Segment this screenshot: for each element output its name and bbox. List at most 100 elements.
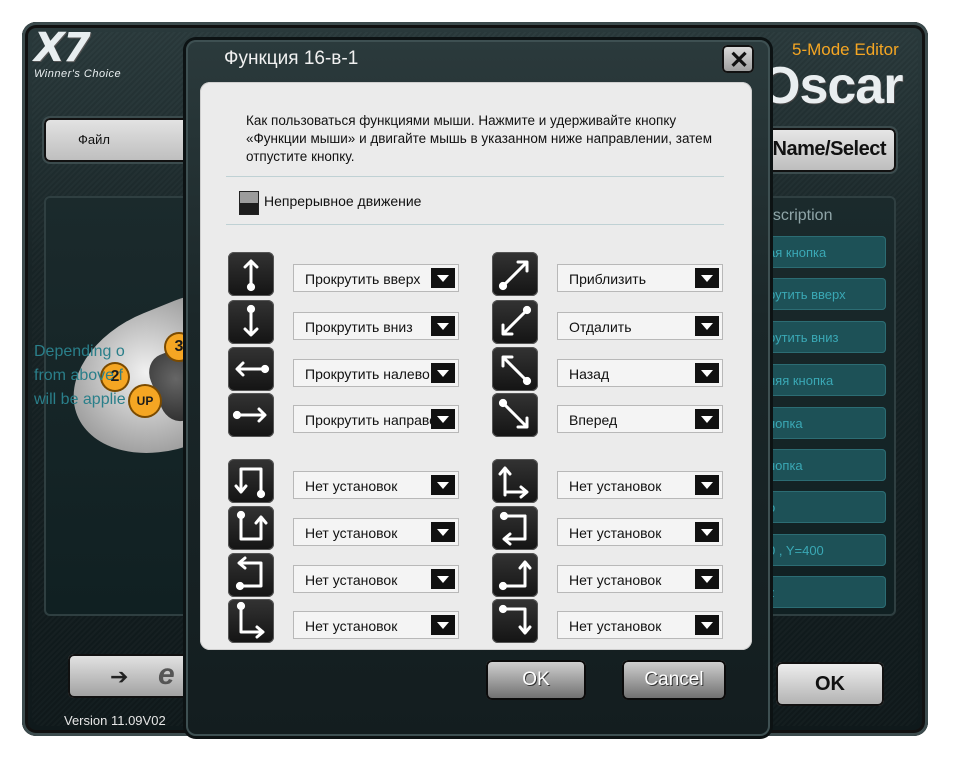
- button-up-badge[interactable]: UP: [130, 386, 160, 416]
- dropdown-arrow-icon[interactable]: [695, 363, 719, 383]
- dropdown-arrow-icon[interactable]: [695, 615, 719, 635]
- dropdown-value: Отдалить: [569, 319, 632, 335]
- divider: [226, 176, 724, 177]
- up-down-right-corner-icon: [492, 459, 538, 503]
- dropdown-arrow-icon[interactable]: [695, 268, 719, 288]
- arrow-down-left-icon: [492, 300, 538, 344]
- dropdown-arrow-icon[interactable]: [431, 522, 455, 542]
- gesture-select-right-7[interactable]: Нет установок: [557, 565, 723, 593]
- main-ok-button[interactable]: OK: [776, 662, 884, 706]
- dropdown-value: Нет установок: [305, 572, 398, 588]
- dropdown-arrow-icon[interactable]: [695, 522, 719, 542]
- description-item[interactable]: нопка: [756, 407, 886, 439]
- gesture-select-left-2[interactable]: Прокрутить вниз: [293, 312, 459, 340]
- description-item[interactable]: рутить вверх: [756, 278, 886, 310]
- up-left-down-icon: [228, 459, 274, 503]
- divider: [226, 224, 724, 225]
- continuous-movement-label: Непрерывное движение: [264, 193, 422, 209]
- logo-sub: Winner's Choice: [34, 68, 122, 80]
- dropdown-value: Прокрутить вверх: [305, 271, 421, 287]
- description-item[interactable]: ая кнопка: [756, 236, 886, 268]
- dropdown-arrow-icon[interactable]: [431, 475, 455, 495]
- dropdown-value: Назад: [569, 366, 610, 382]
- dropdown-value: Нет установок: [569, 478, 662, 494]
- right-down-corner-icon: [492, 599, 538, 643]
- oscar-logo: Oscar: [760, 57, 903, 115]
- description-item-label: рутить вверх: [768, 287, 846, 302]
- right-up-left-icon: [228, 553, 274, 597]
- description-item[interactable]: рутить вниз: [756, 321, 886, 353]
- continuous-movement-checkbox[interactable]: [240, 192, 258, 214]
- info-text: Depending o from above f will be applie: [34, 343, 126, 408]
- dropdown-value: Нет установок: [569, 618, 662, 634]
- dropdown-arrow-icon[interactable]: [695, 409, 719, 429]
- description-item[interactable]: z: [756, 576, 886, 608]
- cancel-button[interactable]: Cancel: [622, 660, 726, 700]
- file-select[interactable]: Файл: [44, 118, 204, 162]
- description-item[interactable]: няя кнопка: [756, 364, 886, 396]
- dropdown-arrow-icon[interactable]: [431, 409, 455, 429]
- gesture-select-right-6[interactable]: Нет установок: [557, 518, 723, 546]
- profile-name-select-button[interactable]: e Name/Select: [748, 128, 896, 172]
- gesture-select-right-4[interactable]: Вперед: [557, 405, 723, 433]
- gesture-select-right-1[interactable]: Приблизить: [557, 264, 723, 292]
- close-icon: ✕: [729, 47, 750, 74]
- profile-name-select-label: e Name/Select: [756, 138, 887, 160]
- gesture-select-left-3[interactable]: Прокрутить налево: [293, 359, 459, 387]
- arrow-right-icon: ➔: [110, 664, 129, 689]
- x7-logo: X7 Winner's Choice: [34, 26, 121, 80]
- dropdown-value: Приблизить: [569, 271, 646, 287]
- dropdown-arrow-icon[interactable]: [431, 363, 455, 383]
- gesture-select-right-3[interactable]: Назад: [557, 359, 723, 387]
- arrow-up-right-icon: [492, 252, 538, 296]
- gesture-select-left-4[interactable]: Прокрутить направо: [293, 405, 459, 433]
- gesture-select-right-2[interactable]: Отдалить: [557, 312, 723, 340]
- description-item-label: няя кнопка: [768, 373, 834, 388]
- dropdown-value: Прокрутить вниз: [305, 319, 413, 335]
- ok-button[interactable]: OK: [486, 660, 586, 700]
- down-right-up-icon: [228, 506, 274, 550]
- description-item-label: нопка: [768, 458, 803, 473]
- description-item-label: ая кнопка: [768, 245, 827, 260]
- dropdown-arrow-icon[interactable]: [695, 569, 719, 589]
- up-down-right-icon: [228, 599, 274, 643]
- dropdown-value: Прокрутить направо: [305, 412, 437, 428]
- file-select-label: Файл: [78, 132, 110, 147]
- instructions-text: Как пользоваться функциями мыши. Нажмите…: [246, 113, 712, 164]
- gesture-select-left-1[interactable]: Прокрутить вверх: [293, 264, 459, 292]
- description-item[interactable]: 0 , Y=400: [756, 534, 886, 566]
- dropdown-value: Нет установок: [569, 525, 662, 541]
- description-item-label: нопка: [768, 416, 803, 431]
- gesture-select-left-6[interactable]: Нет установок: [293, 518, 459, 546]
- gesture-select-left-7[interactable]: Нет установок: [293, 565, 459, 593]
- dropdown-arrow-icon[interactable]: [695, 316, 719, 336]
- dropdown-value: Нет установок: [569, 572, 662, 588]
- dropdown-value: Нет установок: [305, 618, 398, 634]
- description-item-label: рутить вниз: [768, 330, 839, 345]
- dropdown-arrow-icon[interactable]: [695, 475, 719, 495]
- description-item[interactable]: нопка: [756, 449, 886, 481]
- gesture-select-left-8[interactable]: Нет установок: [293, 611, 459, 639]
- browser-icon: e: [158, 658, 175, 691]
- right-up-corner-icon: [492, 553, 538, 597]
- description-item-label: 0 , Y=400: [768, 543, 824, 558]
- dropdown-arrow-icon[interactable]: [431, 316, 455, 336]
- dropdown-arrow-icon[interactable]: [431, 569, 455, 589]
- description-title: escription: [764, 207, 833, 224]
- dropdown-value: Вперед: [569, 412, 618, 428]
- version-label: Version 11.09V02: [64, 713, 166, 728]
- arrow-up-left-icon: [492, 347, 538, 391]
- logo-main: X7: [34, 25, 91, 71]
- description-item[interactable]: о: [756, 491, 886, 523]
- dropdown-value: Нет установок: [305, 478, 398, 494]
- dropdown-value: Прокрутить налево: [305, 366, 430, 382]
- arrow-down-right-icon: [492, 393, 538, 437]
- gesture-select-right-5[interactable]: Нет установок: [557, 471, 723, 499]
- dropdown-arrow-icon[interactable]: [431, 268, 455, 288]
- dialog-close-button[interactable]: ✕: [722, 45, 754, 74]
- gesture-select-left-5[interactable]: Нет установок: [293, 471, 459, 499]
- dropdown-value: Нет установок: [305, 525, 398, 541]
- dialog-title: Функция 16-в-1: [224, 48, 359, 69]
- gesture-select-right-8[interactable]: Нет установок: [557, 611, 723, 639]
- dropdown-arrow-icon[interactable]: [431, 615, 455, 635]
